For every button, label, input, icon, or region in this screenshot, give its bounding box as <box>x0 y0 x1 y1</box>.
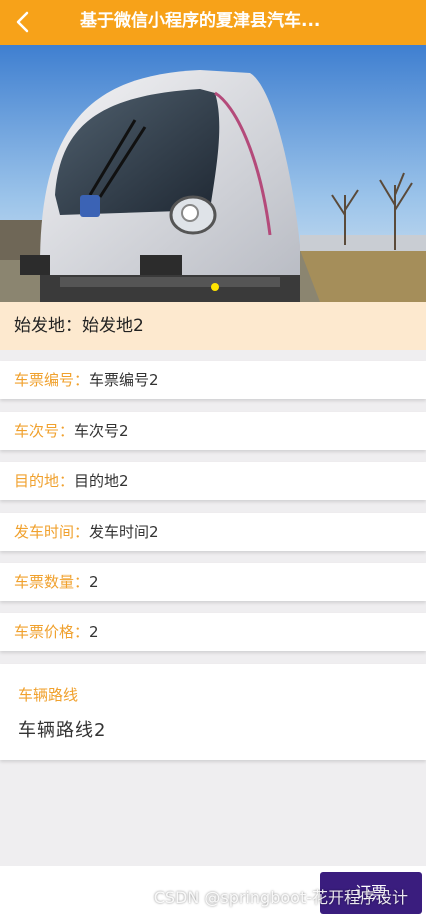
detail-value: 车票编号2 <box>89 371 159 389</box>
origin-field: 始发地：始发地2 <box>0 302 426 350</box>
page-title: 基于微信小程序的夏津县汽车... <box>80 11 321 31</box>
detail-row-ticket-quantity: 车票数量：2 <box>0 563 426 601</box>
detail-value: 2 <box>89 573 99 591</box>
route-section: 车辆路线 车辆路线2 <box>0 664 426 760</box>
route-value: 车辆路线2 <box>18 720 107 741</box>
detail-row-departure-time: 发车时间：发车时间2 <box>0 513 426 551</box>
detail-value: 目的地2 <box>74 472 129 490</box>
detail-value: 2 <box>89 623 99 641</box>
detail-label: 车票数量： <box>14 573 90 591</box>
detail-label: 车票编号： <box>14 371 90 389</box>
train-banner-image[interactable] <box>0 45 426 302</box>
detail-value: 车次号2 <box>74 422 129 440</box>
detail-label: 车票价格： <box>14 623 90 641</box>
detail-row-train-number: 车次号：车次号2 <box>0 412 426 450</box>
detail-row-ticket-price: 车票价格：2 <box>0 613 426 651</box>
route-title: 车辆路线 <box>18 686 79 704</box>
nav-bar: 基于微信小程序的夏津县汽车... <box>0 0 426 45</box>
detail-label: 发车时间： <box>14 523 90 541</box>
carousel-indicator-dot[interactable] <box>211 283 219 291</box>
watermark: CSDN @springboot-花开程序设计 <box>153 888 408 907</box>
back-arrow-icon[interactable] <box>12 10 34 34</box>
detail-label: 车次号： <box>14 422 75 440</box>
detail-row-ticket-number: 车票编号：车票编号2 <box>0 361 426 399</box>
detail-row-destination: 目的地：目的地2 <box>0 462 426 500</box>
detail-value: 发车时间2 <box>89 523 159 541</box>
detail-label: 目的地： <box>14 472 75 490</box>
